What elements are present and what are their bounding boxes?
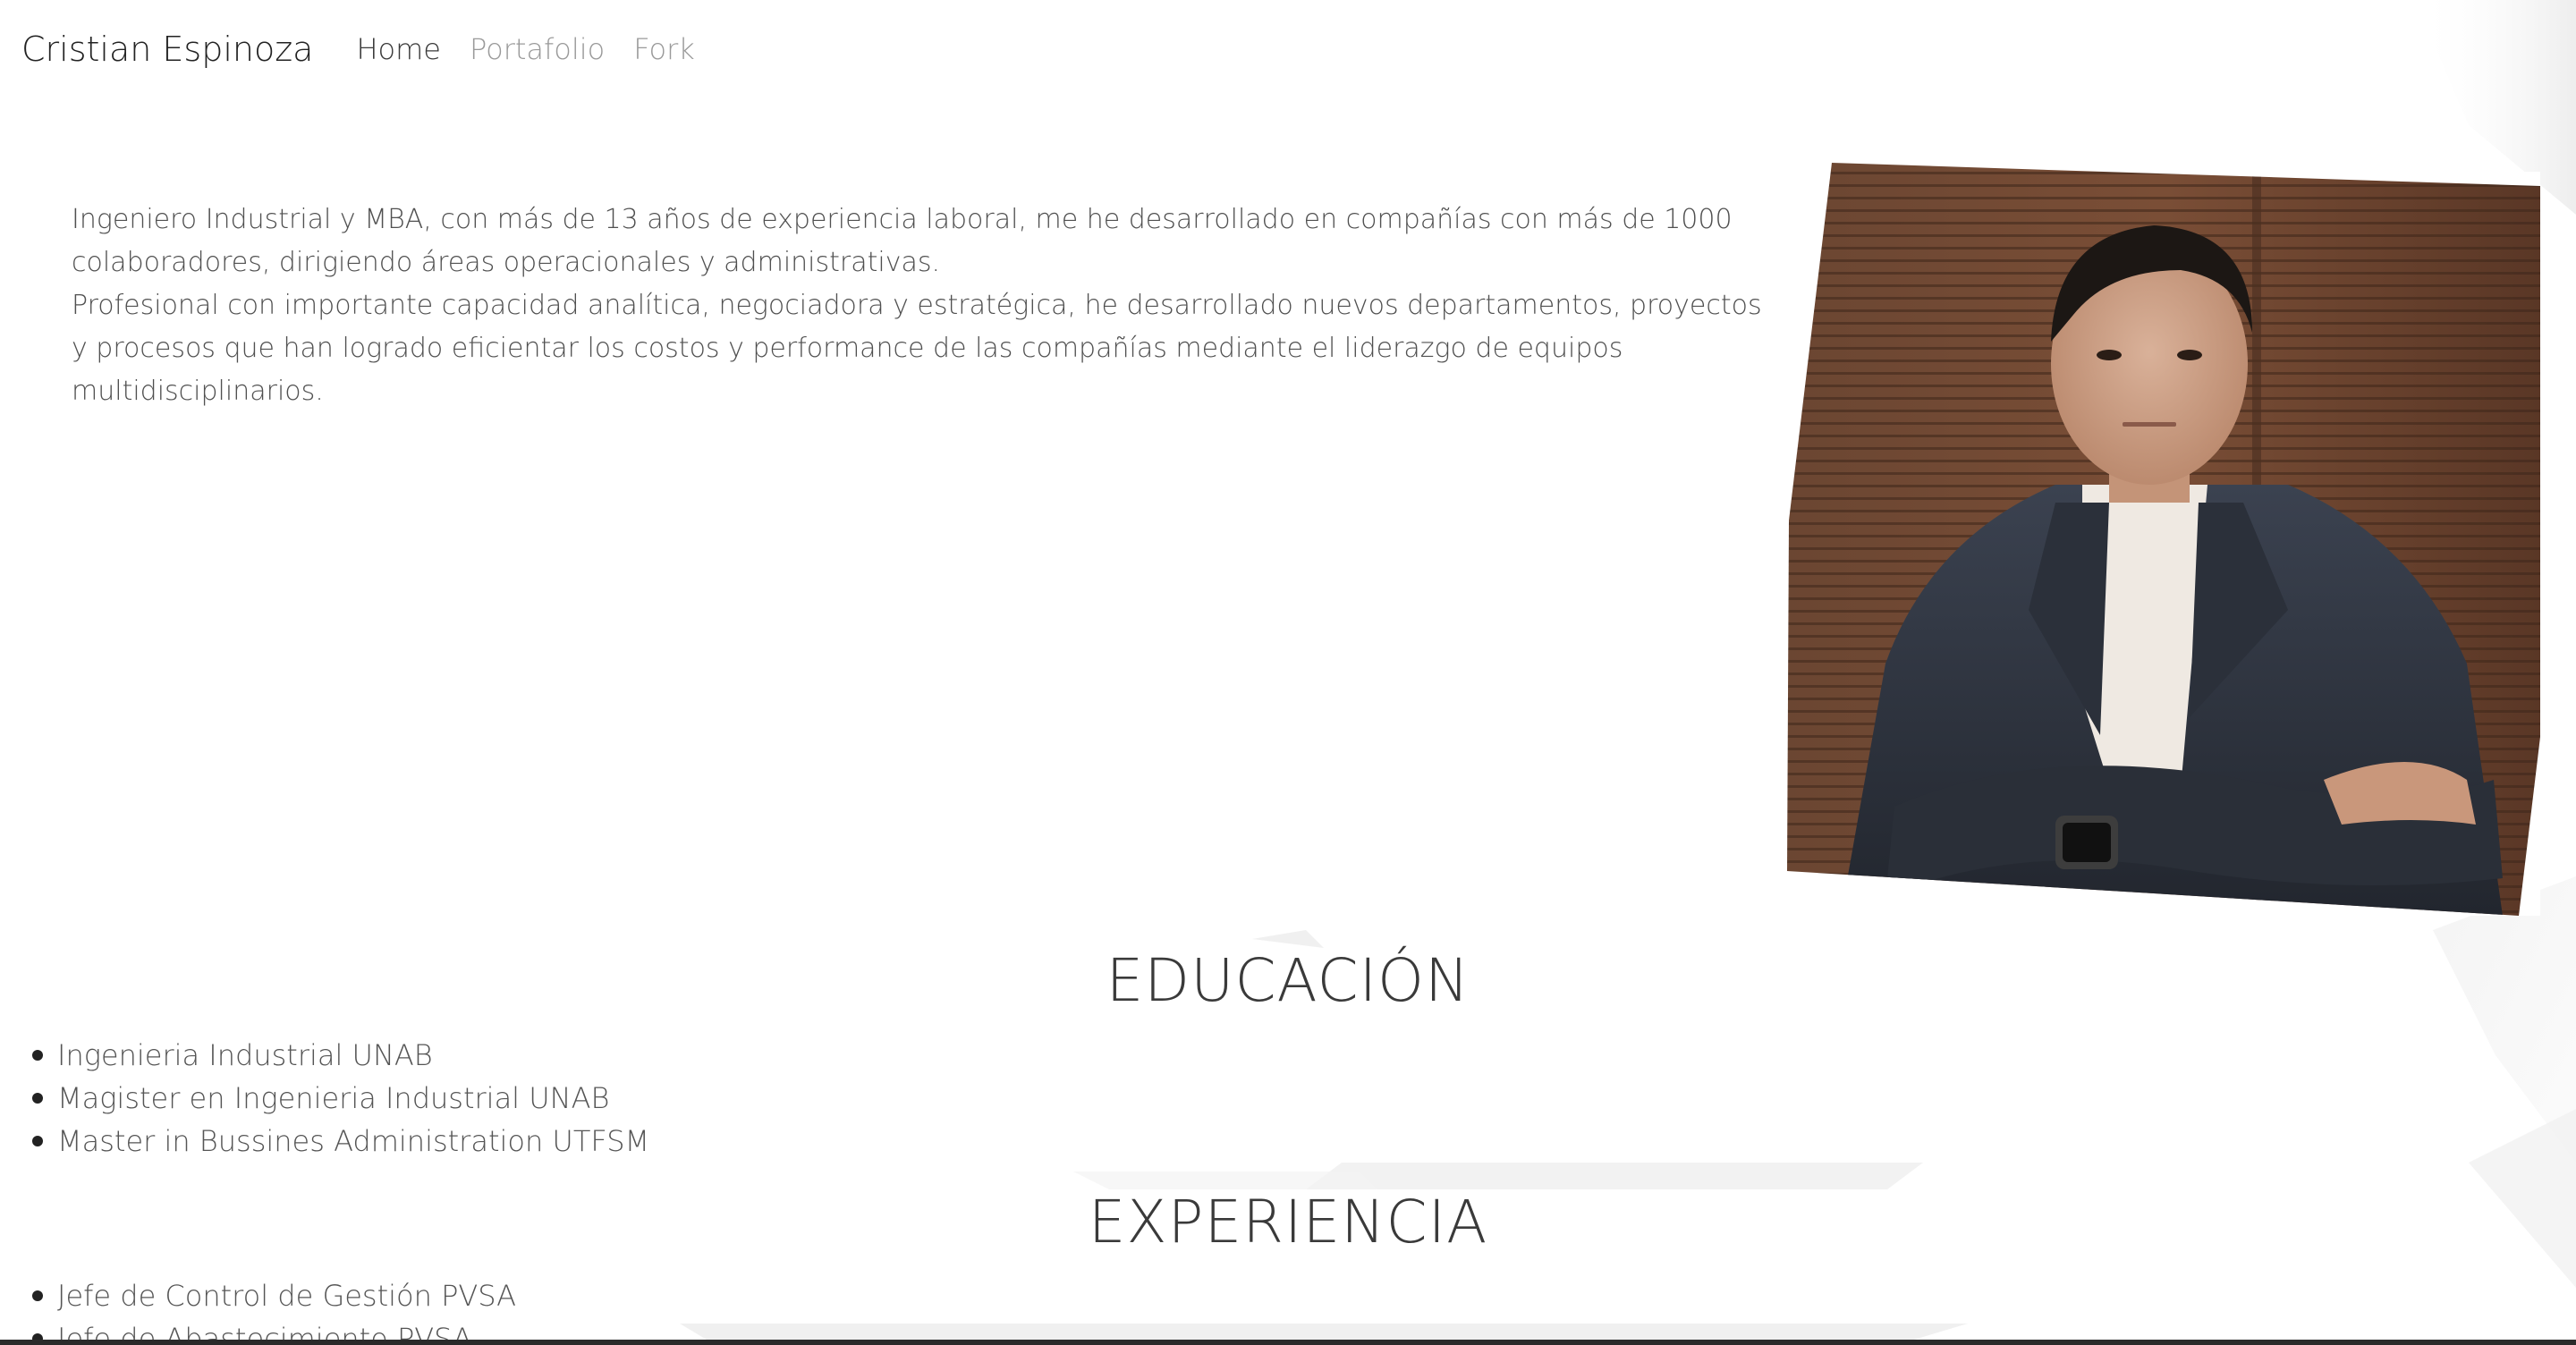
intro-paragraph: Profesional con importante capacidad ana…	[72, 290, 1762, 407]
intro-paragraph: Ingeniero Industrial y MBA, con más de 1…	[72, 204, 1733, 278]
list-item: Jefe de Abastecimiento PVSA	[31, 1317, 516, 1345]
nav-links: Home Portafolio Fork	[356, 32, 694, 66]
brand-link[interactable]: Cristian Espinoza	[21, 30, 313, 69]
nav-link-home[interactable]: Home	[356, 32, 441, 66]
nav-link-portafolio[interactable]: Portafolio	[470, 32, 605, 66]
experience-list: Jefe de Control de Gestión PVSA Jefe de …	[31, 1274, 516, 1345]
list-item: Ingenieria Industrial UNAB	[31, 1034, 649, 1077]
list-item: Master in Bussines Administration UTFSM	[31, 1120, 649, 1163]
education-title: EDUCACIÓN	[1106, 946, 1470, 1015]
experience-title: EXPERIENCIA	[1088, 1188, 1488, 1256]
navbar: Cristian Espinoza Home Portafolio Fork	[0, 0, 2558, 98]
education-list: Ingenieria Industrial UNAB Magister en I…	[31, 1034, 649, 1163]
list-item: Magister en Ingenieria Industrial UNAB	[31, 1077, 649, 1120]
nav-link-fork[interactable]: Fork	[633, 32, 695, 66]
profile-photo	[1787, 163, 2540, 916]
profile-photo-illustration	[1787, 163, 2540, 916]
list-item: Jefe de Control de Gestión PVSA	[31, 1274, 516, 1317]
intro-section: Ingeniero Industrial y MBA, con más de 1…	[72, 199, 1771, 413]
